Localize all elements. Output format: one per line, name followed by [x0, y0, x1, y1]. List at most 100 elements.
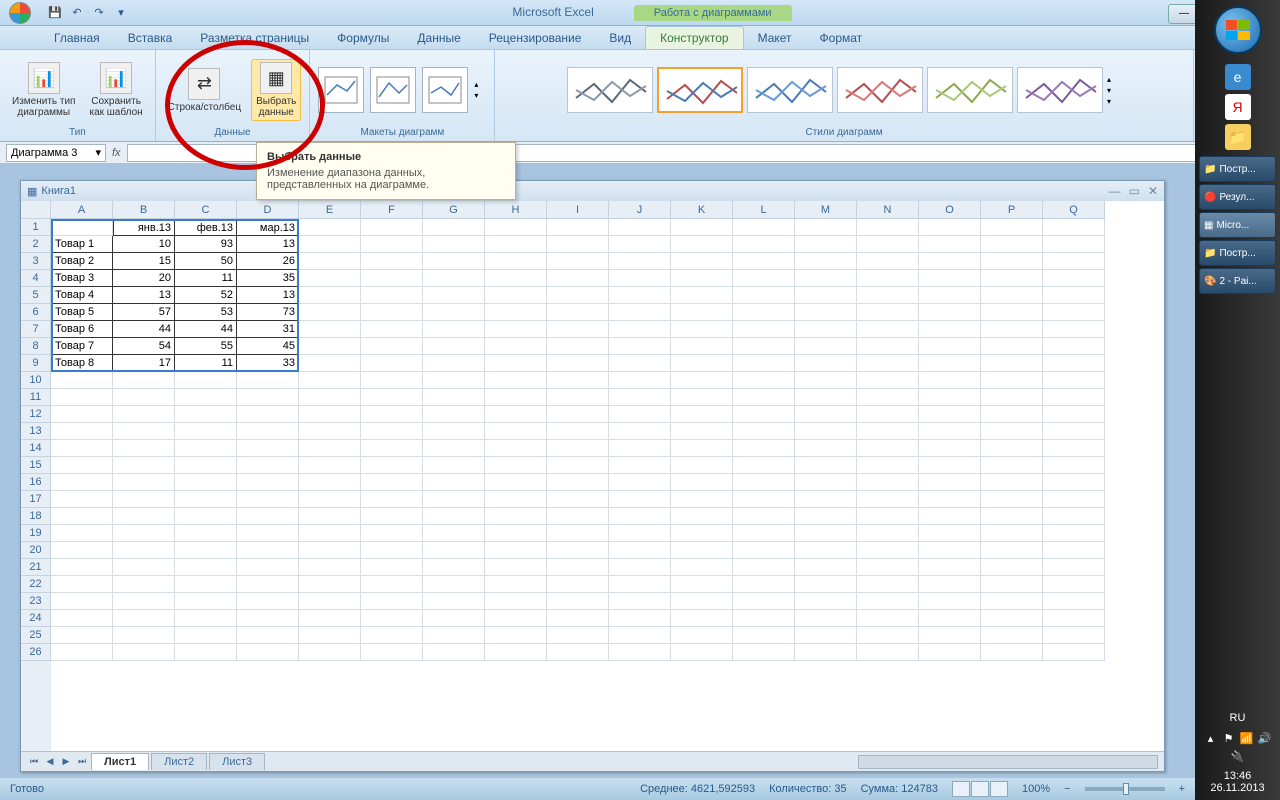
cell[interactable] [733, 287, 795, 304]
cell[interactable] [51, 491, 113, 508]
doc-maximize-button[interactable]: ▭ [1129, 184, 1140, 198]
chart-style-6[interactable] [1017, 67, 1103, 113]
cell[interactable] [423, 440, 485, 457]
cell[interactable] [671, 576, 733, 593]
cell[interactable] [113, 610, 175, 627]
cell[interactable] [361, 644, 423, 661]
cell[interactable] [175, 474, 237, 491]
save-template-button[interactable]: 📊 Сохранить как шаблон [85, 60, 146, 120]
cell[interactable] [423, 610, 485, 627]
cell[interactable] [361, 304, 423, 321]
cell[interactable] [175, 372, 237, 389]
ribbon-tab-Вид[interactable]: Вид [595, 27, 645, 49]
cell[interactable] [51, 610, 113, 627]
cell[interactable]: 44 [113, 321, 175, 338]
cell[interactable] [733, 389, 795, 406]
cell[interactable] [609, 644, 671, 661]
cell[interactable] [361, 355, 423, 372]
chart-style-1[interactable] [567, 67, 653, 113]
cell[interactable] [485, 610, 547, 627]
cell[interactable] [671, 559, 733, 576]
cell[interactable] [175, 627, 237, 644]
cell[interactable] [237, 457, 299, 474]
cell[interactable] [857, 576, 919, 593]
cell[interactable] [795, 644, 857, 661]
cell[interactable]: Товар 5 [51, 304, 113, 321]
cell[interactable] [547, 287, 609, 304]
cell[interactable] [113, 508, 175, 525]
cell[interactable] [671, 338, 733, 355]
cell[interactable] [857, 253, 919, 270]
start-button[interactable] [1214, 6, 1262, 54]
cell[interactable] [609, 508, 671, 525]
save-icon[interactable]: 💾 [46, 4, 64, 22]
cell[interactable] [547, 304, 609, 321]
cell[interactable] [299, 542, 361, 559]
cell[interactable]: Товар 3 [51, 270, 113, 287]
cell[interactable] [113, 576, 175, 593]
style-more[interactable]: ▾ [1107, 97, 1121, 106]
cell[interactable] [981, 423, 1043, 440]
cell[interactable] [981, 508, 1043, 525]
cell[interactable]: 50 [175, 253, 237, 270]
cell[interactable] [1043, 236, 1105, 253]
cell[interactable] [919, 389, 981, 406]
cell[interactable] [547, 389, 609, 406]
cell[interactable] [671, 474, 733, 491]
column-header[interactable]: K [671, 201, 733, 219]
cell[interactable] [981, 270, 1043, 287]
cell[interactable] [795, 389, 857, 406]
cell[interactable] [423, 219, 485, 236]
cell[interactable] [175, 542, 237, 559]
cell[interactable]: 55 [175, 338, 237, 355]
cell[interactable] [733, 576, 795, 593]
cell[interactable] [361, 219, 423, 236]
cell[interactable] [51, 627, 113, 644]
cell[interactable] [919, 372, 981, 389]
cell[interactable] [51, 389, 113, 406]
cell[interactable] [113, 525, 175, 542]
cell[interactable] [733, 627, 795, 644]
cell[interactable] [485, 576, 547, 593]
cell[interactable]: мар.13 [237, 219, 299, 236]
cell[interactable] [1043, 304, 1105, 321]
cell[interactable] [609, 423, 671, 440]
cell[interactable] [857, 627, 919, 644]
cell[interactable] [795, 321, 857, 338]
cell[interactable] [609, 219, 671, 236]
select-all-corner[interactable] [21, 201, 51, 219]
cell[interactable] [733, 423, 795, 440]
ribbon-tab-Макет[interactable]: Макет [744, 27, 806, 49]
cell[interactable] [361, 457, 423, 474]
cell[interactable] [609, 576, 671, 593]
ribbon-tab-Вставка[interactable]: Вставка [114, 27, 187, 49]
column-header[interactable]: Q [1043, 201, 1105, 219]
cell[interactable] [1043, 491, 1105, 508]
cell[interactable] [1043, 406, 1105, 423]
cell[interactable] [547, 406, 609, 423]
cell[interactable] [237, 593, 299, 610]
cell[interactable] [857, 440, 919, 457]
cell[interactable] [609, 627, 671, 644]
cell[interactable] [919, 236, 981, 253]
cell[interactable] [485, 389, 547, 406]
taskbar-button[interactable]: 📁Постр... [1199, 156, 1276, 182]
column-header[interactable]: O [919, 201, 981, 219]
cell[interactable] [733, 406, 795, 423]
cell[interactable] [981, 355, 1043, 372]
cell[interactable] [51, 219, 113, 236]
column-header[interactable]: I [547, 201, 609, 219]
cell[interactable] [795, 423, 857, 440]
cell[interactable] [733, 321, 795, 338]
row-header[interactable]: 23 [21, 593, 51, 610]
cell[interactable] [361, 423, 423, 440]
cell[interactable] [1043, 338, 1105, 355]
cell[interactable] [361, 610, 423, 627]
cell[interactable] [423, 389, 485, 406]
cell[interactable]: 17 [113, 355, 175, 372]
cell[interactable] [609, 610, 671, 627]
cell[interactable] [423, 423, 485, 440]
column-header[interactable]: H [485, 201, 547, 219]
cell[interactable] [423, 542, 485, 559]
sheet-nav-first[interactable]: ⏮ [27, 755, 41, 769]
